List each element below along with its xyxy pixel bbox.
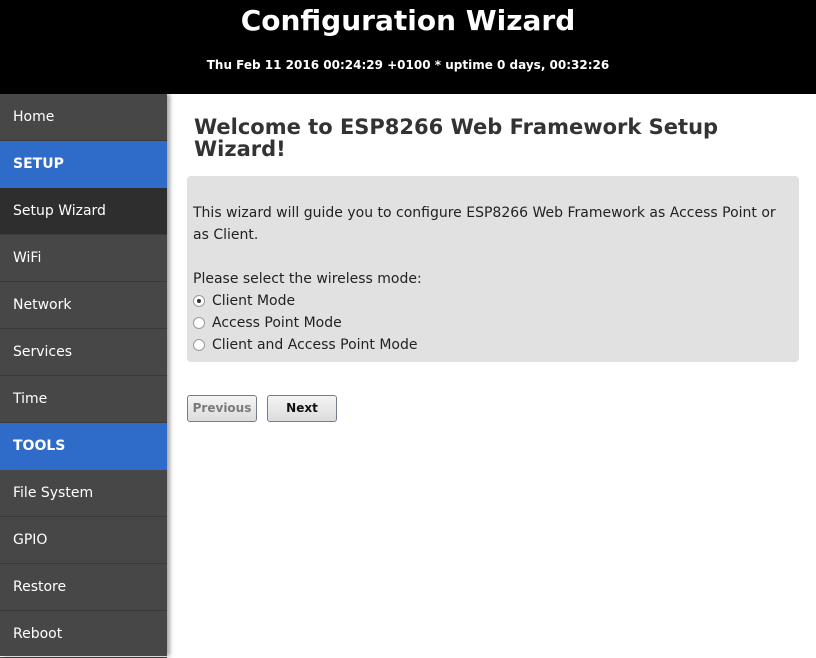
next-button[interactable]: Next xyxy=(267,395,337,422)
sidebar-item-services[interactable]: Services xyxy=(0,329,167,376)
option-client-and-ap-mode[interactable]: Client and Access Point Mode xyxy=(193,334,793,356)
page-title: Welcome to ESP8266 Web Framework Setup W… xyxy=(194,115,719,161)
sidebar-item-setup-wizard[interactable]: Setup Wizard xyxy=(0,188,167,235)
option-label: Access Point Mode xyxy=(212,315,342,331)
sidebar-item-time[interactable]: Time xyxy=(0,376,167,423)
sidebar-item-reboot[interactable]: Reboot xyxy=(0,611,167,658)
wizard-panel: This wizard will guide you to configure … xyxy=(187,176,799,362)
sidebar-item-gpio[interactable]: GPIO xyxy=(0,517,167,564)
sidebar-item-file-system[interactable]: File System xyxy=(0,470,167,517)
sidebar: Home SETUP Setup Wizard WiFi Network Ser… xyxy=(0,94,167,658)
app-title: Configuration Wizard xyxy=(240,4,576,37)
radio-access-point-mode[interactable] xyxy=(193,317,205,329)
radio-client-and-ap-mode[interactable] xyxy=(193,339,205,351)
status-line: Thu Feb 11 2016 00:24:29 +0100 * uptime … xyxy=(206,58,610,72)
header: Configuration Wizard Thu Feb 11 2016 00:… xyxy=(0,0,816,94)
radio-client-mode[interactable] xyxy=(193,295,205,307)
intro-text: This wizard will guide you to configure … xyxy=(193,205,776,243)
option-client-mode[interactable]: Client Mode xyxy=(193,290,793,312)
sidebar-item-restore[interactable]: Restore xyxy=(0,564,167,611)
main-content: Welcome to ESP8266 Web Framework Setup W… xyxy=(187,94,799,422)
mode-prompt: Please select the wireless mode: xyxy=(193,271,422,287)
sidebar-item-network[interactable]: Network xyxy=(0,282,167,329)
option-label: Client and Access Point Mode xyxy=(212,337,418,353)
sidebar-item-home[interactable]: Home xyxy=(0,94,167,141)
previous-button[interactable]: Previous xyxy=(187,395,257,422)
option-label: Client Mode xyxy=(212,293,296,309)
wizard-buttons: Previous Next xyxy=(187,395,799,422)
sidebar-section-tools[interactable]: TOOLS xyxy=(0,423,167,470)
sidebar-item-wifi[interactable]: WiFi xyxy=(0,235,167,282)
option-access-point-mode[interactable]: Access Point Mode xyxy=(193,312,793,334)
sidebar-section-setup[interactable]: SETUP xyxy=(0,141,167,188)
